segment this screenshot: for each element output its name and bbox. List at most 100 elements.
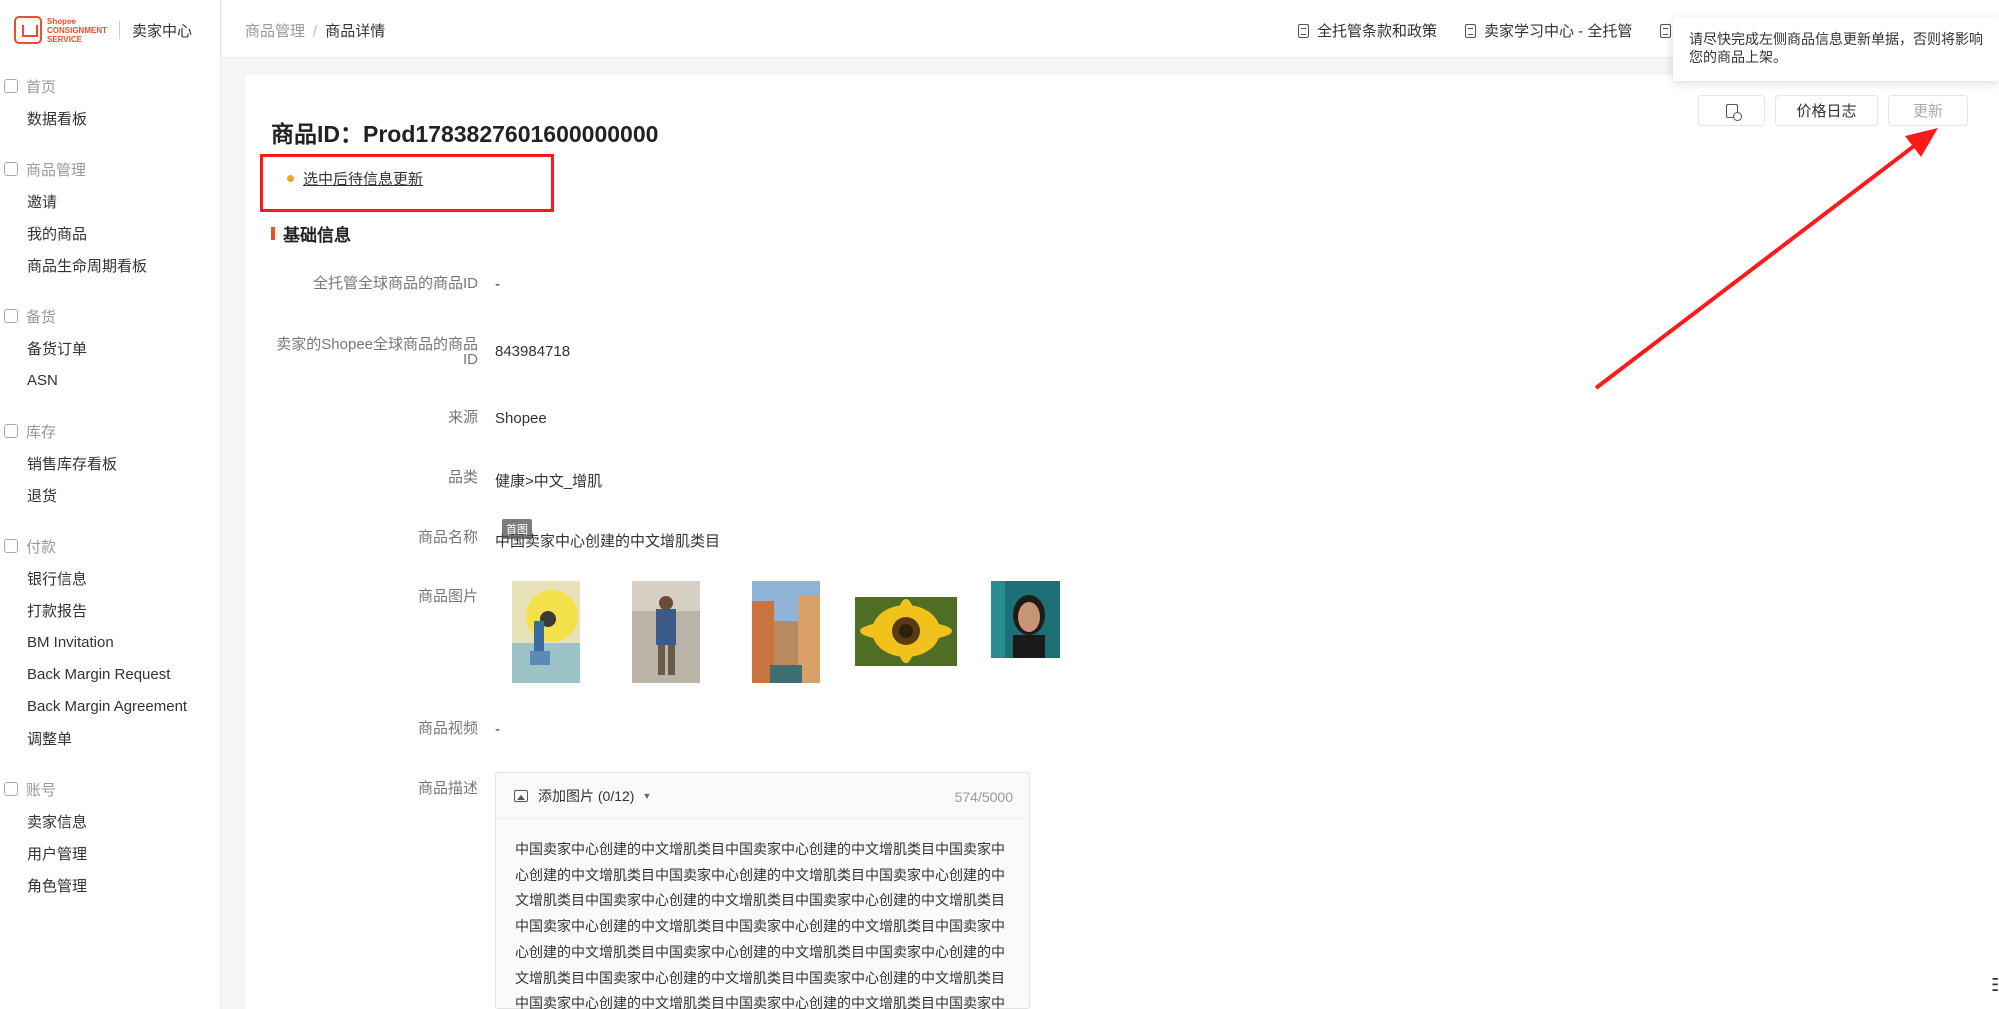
product-images-label: 商品图片 [417, 588, 478, 605]
nav-group-stocking: 备货 [0, 300, 220, 332]
source-value: Shopee [495, 410, 547, 427]
shopee-logo[interactable]: Shopee CONSIGNMENT SERVICE 卖家中心 [14, 14, 192, 46]
product-name-label: 商品名称 [417, 529, 478, 546]
nav-group-label: 库存 [26, 423, 57, 441]
caret-down-icon: ▼ [642, 790, 652, 801]
image-content [632, 581, 700, 683]
nav-group-inventory: 库存 [0, 415, 220, 447]
sidebar-item-dashboard[interactable]: 数据看板 [0, 102, 220, 134]
product-image-1[interactable] [512, 581, 580, 683]
header-links: 全托管条款和政策 卖家学习中心 - 全托管 [1298, 20, 1707, 41]
product-video-label: 商品视频 [417, 720, 478, 737]
product-description-label: 商品描述 [417, 780, 478, 797]
nav-group-label: 首页 [26, 78, 57, 96]
source-label: 来源 [447, 409, 478, 426]
learning-center-link[interactable]: 卖家学习中心 - 全托管 [1465, 20, 1632, 41]
nav-group-label: 备货 [26, 308, 57, 326]
sidebar-nav: 首页 数据看板 商品管理 邀请 我的商品 商品生命周期看板 备货 备货订单 AS… [0, 70, 220, 901]
breadcrumb-separator: / [313, 23, 318, 40]
nav-group-label: 付款 [26, 538, 57, 556]
add-image-dropdown[interactable]: 添加图片 (0/12) ▼ [514, 786, 651, 806]
update-reminder-tooltip: 请尽快完成左侧商品信息更新单据，否则将影响您的商品上架。 [1673, 18, 1999, 81]
logo-text: Shopee CONSIGNMENT SERVICE [47, 17, 107, 44]
sidebar-item-seller-info[interactable]: 卖家信息 [0, 805, 220, 837]
terms-policy-label: 全托管条款和政策 [1317, 23, 1438, 40]
breadcrumb: 商品管理 / 商品详情 [245, 20, 385, 41]
price-log-button[interactable]: 价格日志 [1775, 95, 1878, 126]
product-image-4[interactable] [855, 597, 957, 666]
update-button[interactable]: 更新 [1888, 95, 1968, 126]
global-product-id-label: 全托管全球商品的商品ID [312, 275, 478, 292]
history-icon [1725, 103, 1742, 121]
product-image-5[interactable] [991, 581, 1060, 658]
shopee-product-id-value: 843984718 [495, 343, 571, 360]
section-marker [271, 227, 275, 240]
nav-group-payment: 付款 [0, 530, 220, 562]
editor-toolbar: 添加图片 (0/12) ▼ 574/5000 [496, 773, 1029, 819]
sidebar: Shopee CONSIGNMENT SERVICE 卖家中心 首页 数据看板 … [0, 0, 221, 1009]
sidebar-item-asn[interactable]: ASN [0, 364, 220, 396]
shopee-product-id-label-line2: ID [463, 351, 478, 368]
page-title: 商品ID：Prod1783827601600000000 [271, 121, 659, 147]
warehouse-icon [4, 424, 18, 438]
book-icon [1465, 23, 1477, 38]
sidebar-item-lifecycle-board[interactable]: 商品生命周期看板 [0, 249, 220, 281]
nav-group-product: 商品管理 [0, 153, 220, 185]
seller-center-title: 卖家中心 [132, 22, 193, 40]
add-image-label: 添加图片 (0/12) [538, 787, 635, 804]
sidebar-item-back-margin-request[interactable]: Back Margin Request [0, 658, 220, 690]
shopee-product-id-label: 卖家的Shopee全球商品的商品 ID [276, 337, 478, 367]
cover-image-badge: 首图 [502, 519, 532, 539]
sidebar-item-back-margin-agreement[interactable]: Back Margin Agreement [0, 690, 220, 722]
image-icon [514, 789, 528, 802]
product-image-2[interactable] [632, 581, 700, 683]
learning-center-label: 卖家学习中心 - 全托管 [1484, 23, 1633, 40]
product-video-value: - [495, 721, 500, 738]
char-counter: 574/5000 [954, 789, 1013, 805]
terms-policy-link[interactable]: 全托管条款和政策 [1298, 20, 1437, 41]
home-icon [4, 79, 18, 93]
breadcrumb-parent[interactable]: 商品管理 [245, 23, 305, 40]
logo-line2: SERVICE [47, 34, 82, 44]
sidebar-item-sales-inventory[interactable]: 销售库存看板 [0, 447, 220, 479]
nav-group-label: 商品管理 [26, 161, 87, 179]
highlight-box [260, 154, 554, 212]
logo-brand: Shopee [47, 16, 76, 26]
image-content [991, 581, 1060, 658]
sidebar-item-my-products[interactable]: 我的商品 [0, 217, 220, 249]
nav-group-home: 首页 [0, 70, 220, 102]
sidebar-item-stock-orders[interactable]: 备货订单 [0, 332, 220, 364]
sidebar-item-adjustment[interactable]: 调整单 [0, 722, 220, 754]
clipboard-icon [4, 309, 18, 323]
image-content [752, 581, 820, 683]
logo-line1: CONSIGNMENT [47, 25, 107, 35]
edge-icon: ☷ [1991, 975, 1999, 996]
category-label: 品类 [447, 469, 478, 486]
history-button[interactable] [1698, 95, 1765, 126]
sidebar-item-invitation[interactable]: 邀请 [0, 185, 220, 217]
sidebar-item-bm-invitation[interactable]: BM Invitation [0, 626, 220, 658]
nav-group-account: 账号 [0, 773, 220, 805]
description-editor[interactable]: 添加图片 (0/12) ▼ 574/5000 中国卖家中心创建的中文增肌类目中国… [495, 772, 1030, 1009]
nav-group-label: 账号 [26, 781, 57, 799]
box-icon [4, 162, 18, 176]
document-icon [1298, 23, 1309, 38]
sidebar-item-bank-info[interactable]: 银行信息 [0, 562, 220, 594]
sidebar-item-role-management[interactable]: 角色管理 [0, 869, 220, 901]
image-content [512, 581, 580, 683]
sidebar-item-user-management[interactable]: 用户管理 [0, 837, 220, 869]
section-label: 基础信息 [283, 226, 351, 245]
product-image-3[interactable] [752, 581, 820, 683]
breadcrumb-current: 商品详情 [325, 23, 386, 40]
description-text[interactable]: 中国卖家中心创建的中文增肌类目中国卖家中心创建的中文增肌类目中国卖家中心创建的中… [496, 819, 1029, 1009]
shopee-product-id-label-line1: 卖家的Shopee全球商品的商品 [276, 336, 478, 353]
image-content [855, 597, 957, 666]
sidebar-item-payout-report[interactable]: 打款报告 [0, 594, 220, 626]
category-value: 健康>中文_增肌 [495, 473, 603, 490]
user-icon [4, 782, 18, 796]
global-product-id-value: - [495, 276, 500, 293]
wallet-icon [4, 539, 18, 553]
logo-divider [119, 21, 120, 39]
sidebar-item-returns[interactable]: 退货 [0, 479, 220, 511]
message-icon [1660, 23, 1672, 38]
